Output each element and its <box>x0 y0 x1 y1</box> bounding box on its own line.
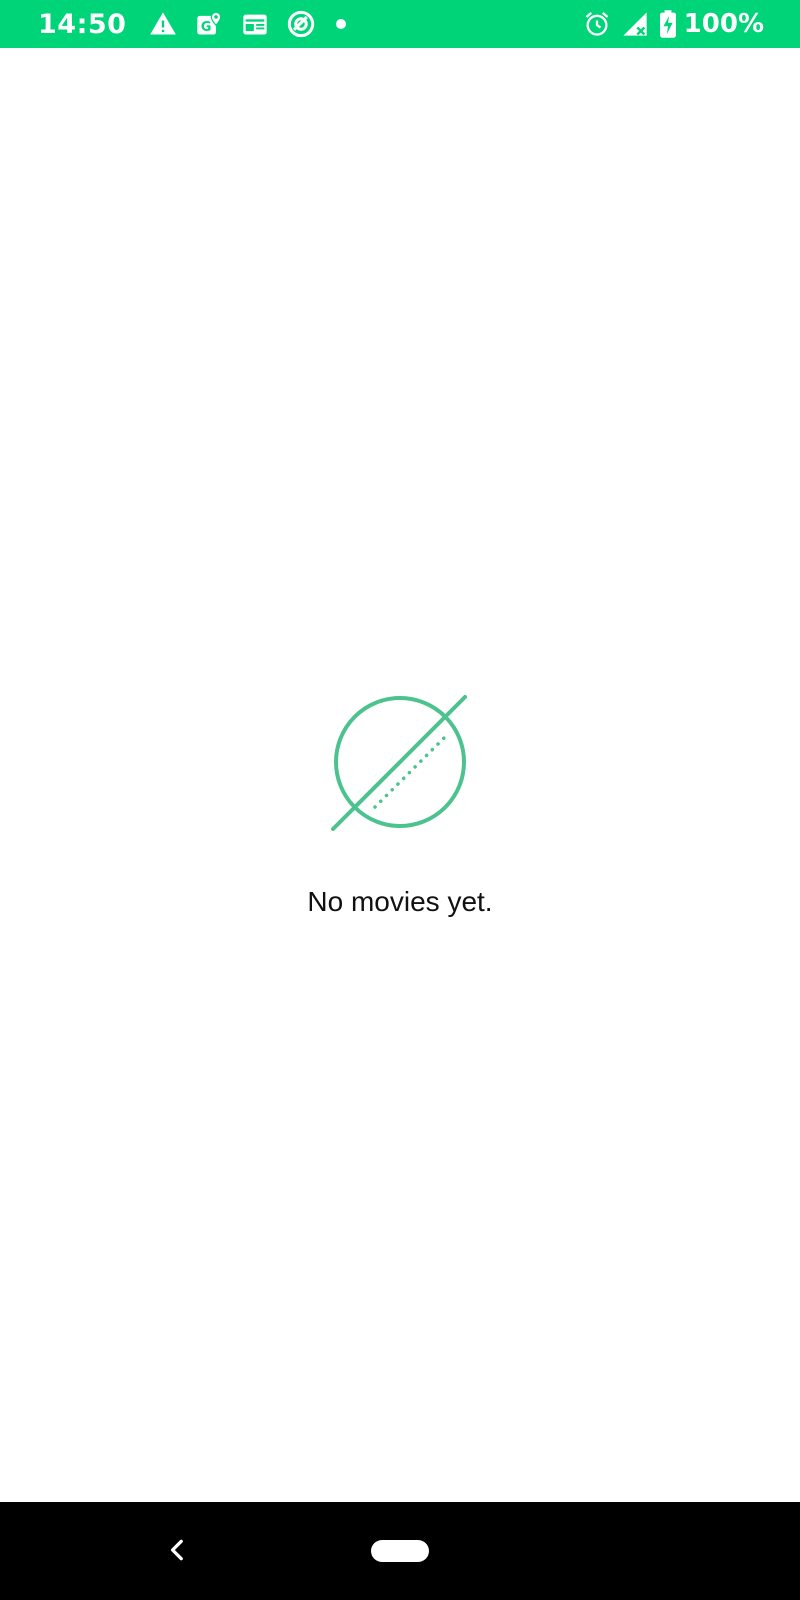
app-screen: 14:50 G 100% No movies yet. <box>0 0 800 1600</box>
back-button[interactable] <box>160 1532 196 1568</box>
alarm-icon <box>582 9 612 39</box>
signal-icon <box>620 9 650 39</box>
svg-text:G: G <box>201 20 212 35</box>
battery-percentage: 100% <box>683 9 764 39</box>
empty-set-icon <box>331 695 467 831</box>
battery-charging-icon <box>658 9 678 39</box>
navigation-bar <box>0 1502 800 1600</box>
status-bar: 14:50 G 100% <box>0 0 800 48</box>
notification-dot-icon <box>336 19 347 29</box>
home-button[interactable] <box>371 1540 429 1562</box>
maps-icon: G <box>194 9 224 39</box>
app-icon <box>286 9 316 39</box>
news-icon <box>240 9 270 39</box>
back-chevron-icon <box>170 1539 183 1561</box>
empty-state-message: No movies yet. <box>307 886 493 917</box>
status-bar-left: 14:50 G <box>38 8 347 40</box>
warning-icon <box>148 9 178 39</box>
empty-state: No movies yet. <box>0 690 800 918</box>
status-bar-right: 100% <box>582 9 764 39</box>
status-clock: 14:50 <box>38 8 127 40</box>
